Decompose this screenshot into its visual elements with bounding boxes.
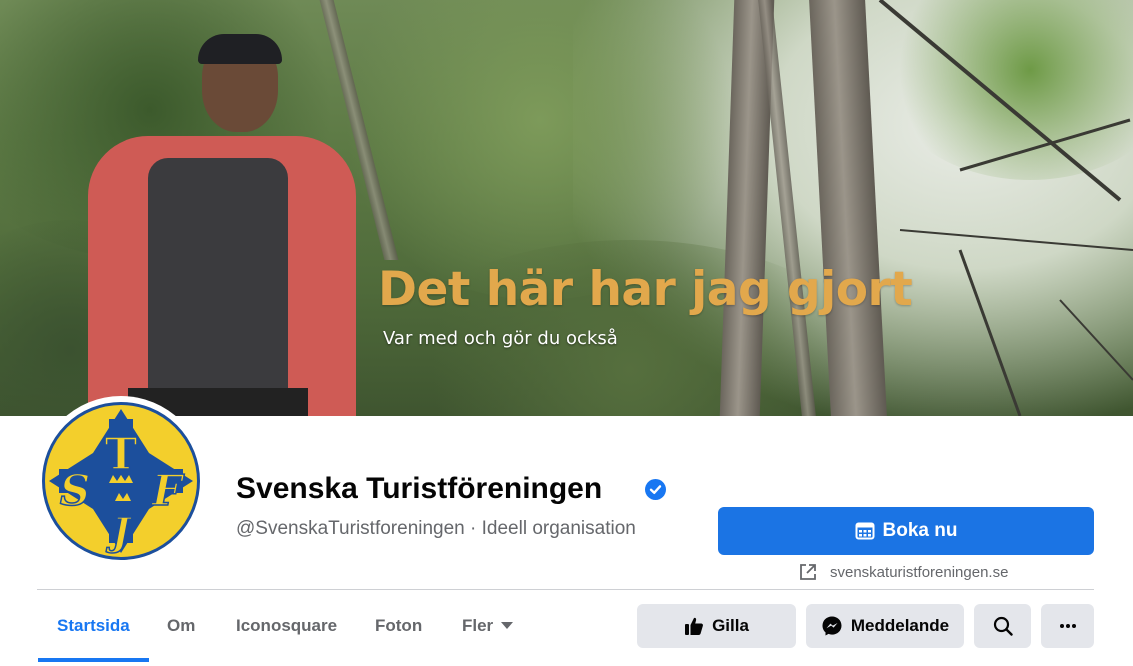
person-cap: [198, 34, 282, 64]
tab-foton[interactable]: Foton: [375, 605, 422, 647]
message-button[interactable]: Meddelande: [806, 604, 964, 648]
logo-letter-t: T: [105, 429, 138, 480]
profile-avatar[interactable]: T S F J: [42, 402, 200, 560]
logo-letter-s: S: [60, 466, 90, 515]
page-handle-category: @SvenskaTuristforeningen · Ideell organi…: [236, 518, 636, 539]
cover-headline: Det här har jag gjort: [378, 262, 913, 317]
more-icon: [1059, 624, 1076, 628]
person-vest: [148, 158, 288, 416]
active-tab-indicator: [38, 658, 149, 662]
tab-more-label: Fler: [462, 616, 494, 635]
tab-startsida[interactable]: Startsida: [57, 605, 130, 647]
calendar-icon: [855, 522, 875, 540]
divider: [37, 589, 1094, 590]
tab-om[interactable]: Om: [167, 605, 195, 647]
page-title: Svenska Turistföreningen: [236, 472, 603, 505]
messenger-icon: [822, 616, 842, 636]
facebook-page-header: Det här har jag gjort Var med och gör du…: [0, 0, 1133, 666]
stf-logo: T S F J: [49, 409, 193, 555]
search-icon: [993, 616, 1013, 636]
book-now-button[interactable]: Boka nu: [718, 507, 1094, 555]
thumbs-up-icon: [685, 617, 704, 635]
search-button[interactable]: [974, 604, 1031, 648]
cover-subline: Var med och gör du också: [383, 328, 618, 349]
verified-badge-icon: [645, 479, 666, 500]
external-link-icon: [800, 564, 816, 580]
person: [88, 118, 356, 416]
tab-iconosquare[interactable]: Iconosquare: [236, 605, 337, 647]
website-label: svenskaturistforeningen.se: [830, 563, 1009, 581]
caret-down-icon: [501, 622, 514, 629]
tab-more[interactable]: Fler: [462, 605, 514, 647]
more-options-button[interactable]: [1041, 604, 1094, 648]
book-now-label: Boka nu: [882, 520, 958, 541]
logo-letter-f: F: [151, 466, 185, 515]
cover-photo[interactable]: Det här har jag gjort Var med och gör du…: [0, 0, 1133, 416]
message-label: Meddelande: [850, 616, 950, 635]
like-label: Gilla: [712, 616, 749, 635]
like-button[interactable]: Gilla: [637, 604, 796, 648]
website-link[interactable]: svenskaturistforeningen.se: [798, 562, 1008, 582]
